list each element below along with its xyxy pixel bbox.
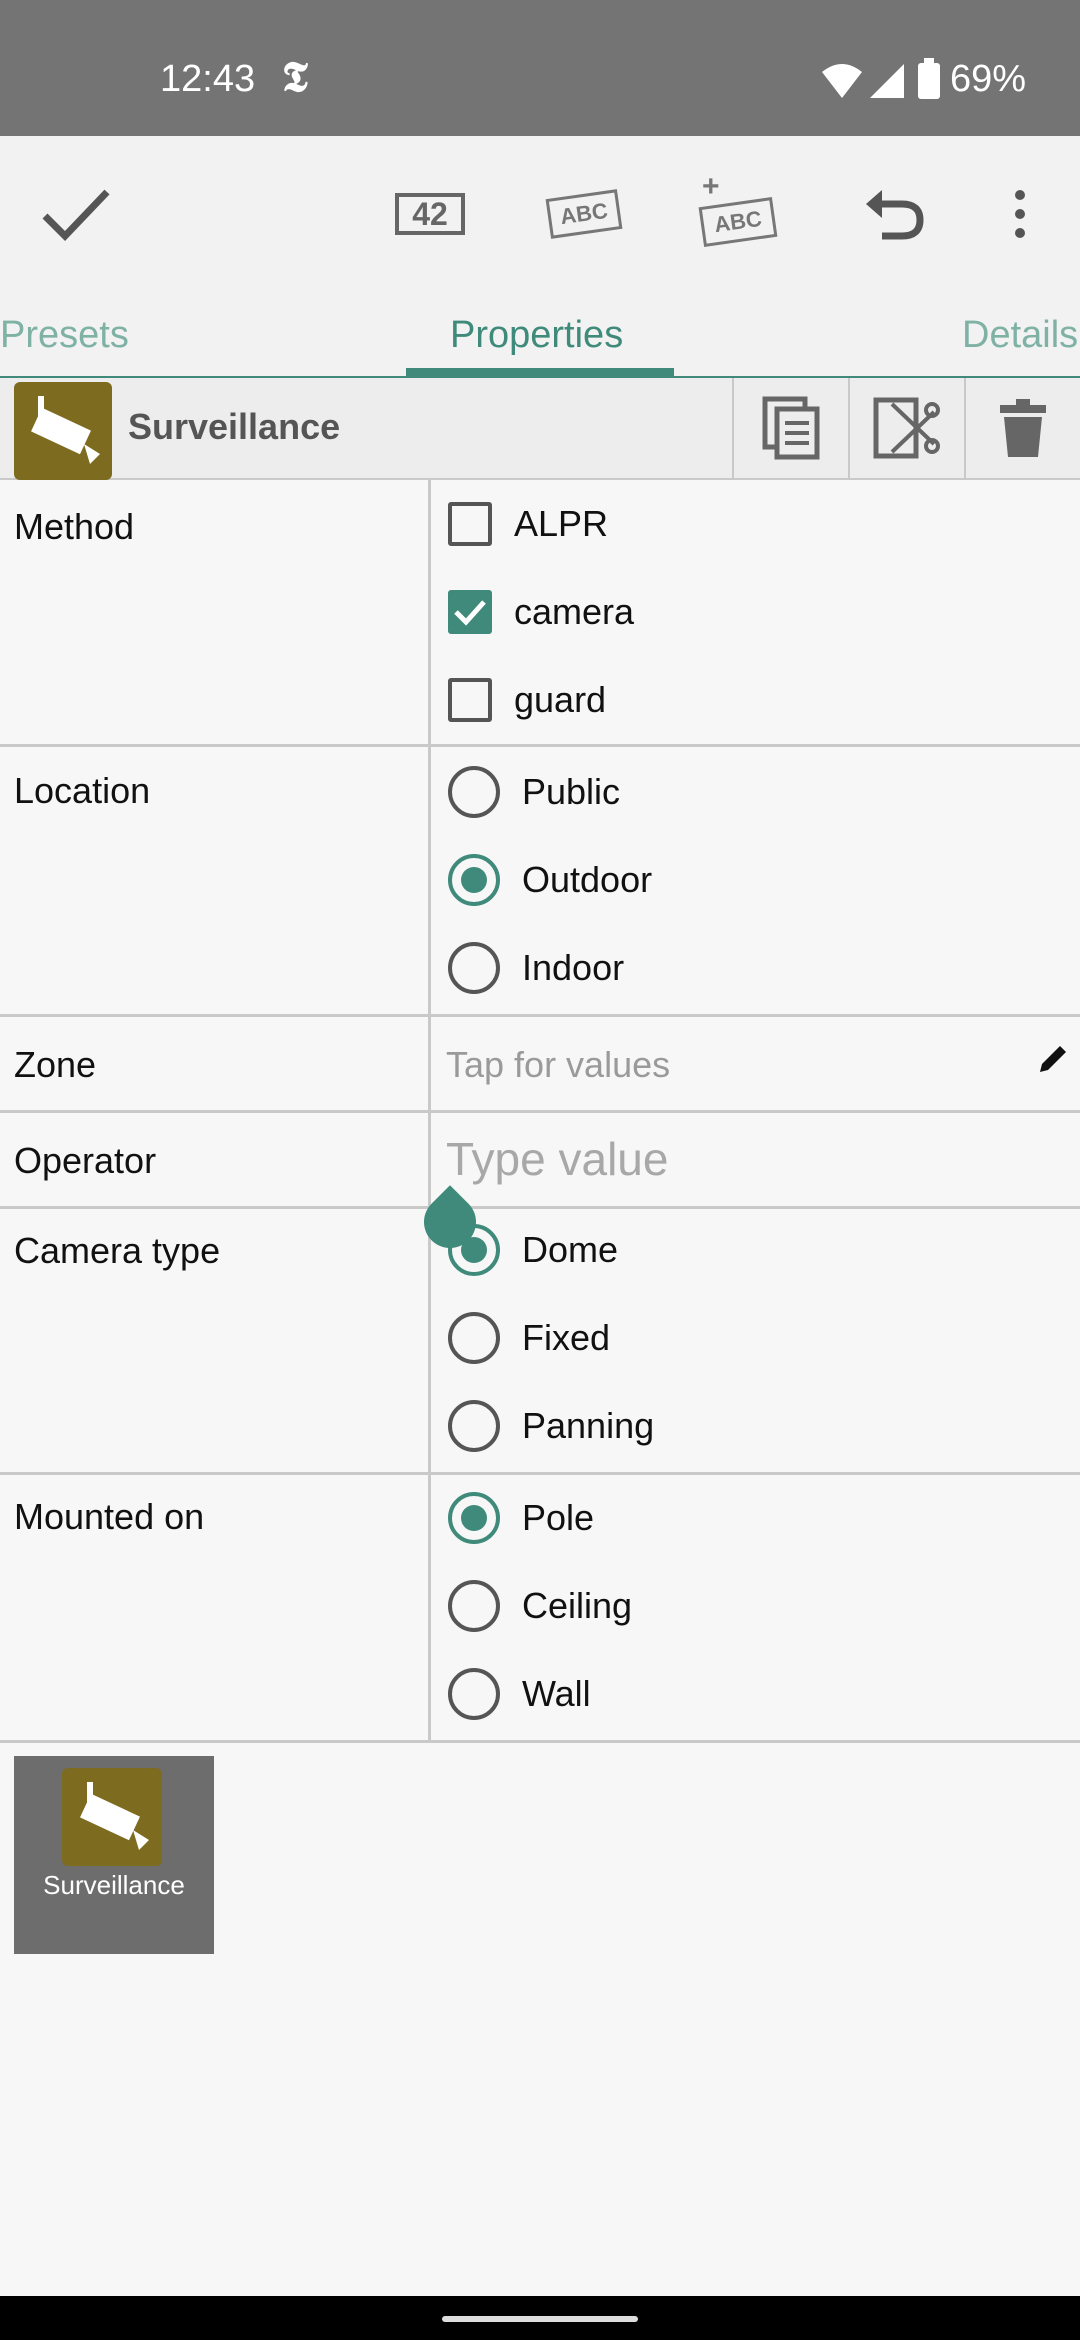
radio-public[interactable]: Public bbox=[448, 762, 620, 822]
option-label: Indoor bbox=[522, 947, 625, 988]
radio-outdoor[interactable]: Outdoor bbox=[448, 850, 652, 910]
more-vert-icon bbox=[1015, 190, 1025, 238]
radio-ceiling[interactable]: Ceiling bbox=[448, 1576, 632, 1636]
field-label-zone: Zone bbox=[14, 1044, 97, 1085]
wifi-icon bbox=[822, 64, 862, 98]
radio-circle bbox=[448, 1312, 500, 1364]
more-menu-button[interactable] bbox=[1000, 176, 1040, 252]
column-divider bbox=[428, 1206, 431, 1472]
copy-button[interactable] bbox=[732, 378, 848, 478]
field-label-mounted-on: Mounted on bbox=[14, 1496, 205, 1537]
option-label: Outdoor bbox=[522, 859, 653, 900]
checkmark-icon bbox=[454, 600, 486, 626]
field-label-operator: Operator bbox=[14, 1140, 157, 1181]
checkbox-box bbox=[448, 678, 492, 722]
checkbox-box-checked bbox=[448, 590, 492, 634]
radio-circle bbox=[448, 766, 500, 818]
option-label: Wall bbox=[522, 1673, 591, 1714]
column-divider bbox=[428, 744, 431, 1014]
operator-input[interactable]: Type value bbox=[446, 1132, 668, 1186]
check-icon bbox=[42, 189, 110, 242]
zone-value-picker[interactable]: Tap for values bbox=[446, 1044, 670, 1086]
column-divider bbox=[428, 1110, 431, 1206]
column-divider bbox=[428, 1014, 431, 1110]
edit-pencil-icon[interactable] bbox=[1036, 1042, 1070, 1076]
field-method: Method ALPR camera guard bbox=[0, 480, 1080, 747]
field-zone: Zone Tap for values bbox=[0, 1014, 1080, 1113]
cut-button[interactable] bbox=[848, 378, 964, 478]
field-label-camera-type: Camera type bbox=[14, 1230, 221, 1271]
option-label: Dome bbox=[522, 1229, 619, 1270]
radio-circle-selected bbox=[448, 854, 500, 906]
checkbox-camera[interactable]: camera bbox=[448, 582, 634, 642]
radio-fixed[interactable]: Fixed bbox=[448, 1308, 610, 1368]
status-bar: 12:43 𝕿 69% bbox=[0, 0, 1080, 136]
radio-wall[interactable]: Wall bbox=[448, 1664, 591, 1724]
preset-title: Surveillance bbox=[128, 406, 341, 447]
tag-number-button[interactable]: 42 bbox=[392, 176, 468, 252]
radio-circle-selected bbox=[448, 1492, 500, 1544]
active-tab-indicator bbox=[406, 368, 674, 376]
field-operator: Operator Type value bbox=[0, 1110, 1080, 1209]
plus-icon: + bbox=[702, 170, 720, 203]
scissors-icon bbox=[873, 397, 940, 459]
field-location: Location Public Outdoor Indoor bbox=[0, 744, 1080, 1017]
add-tag-button[interactable]: + ABC bbox=[696, 170, 780, 252]
option-label: Public bbox=[522, 771, 621, 812]
confirm-button[interactable] bbox=[36, 176, 116, 252]
option-label: ALPR bbox=[514, 503, 609, 544]
option-label: guard bbox=[514, 679, 607, 720]
number-badge-icon: 42 bbox=[395, 193, 465, 235]
checkbox-alpr[interactable]: ALPR bbox=[448, 494, 608, 554]
tab-presets[interactable]: Presets bbox=[0, 314, 129, 357]
radio-indoor[interactable]: Indoor bbox=[448, 938, 624, 998]
tab-properties[interactable]: Properties bbox=[450, 314, 623, 357]
preset-header: Surveillance bbox=[0, 378, 1080, 480]
nyt-notification-icon: 𝕿 bbox=[282, 52, 308, 101]
abc-badge-icon: ABC bbox=[545, 189, 623, 239]
toolbar: 42 ABC + ABC bbox=[0, 136, 1080, 292]
field-label-method: Method bbox=[14, 506, 135, 547]
radio-circle bbox=[448, 1580, 500, 1632]
radio-circle bbox=[448, 1400, 500, 1452]
checkbox-guard[interactable]: guard bbox=[448, 670, 606, 730]
status-time: 12:43 bbox=[160, 58, 256, 100]
preset-tile-label: Surveillance bbox=[43, 1870, 185, 1900]
field-label-location: Location bbox=[14, 770, 151, 811]
add-abc-badge-icon: ABC bbox=[698, 197, 778, 247]
tab-bar: Presets Properties Details bbox=[0, 292, 1080, 379]
tag-abc-button[interactable]: ABC bbox=[544, 176, 624, 252]
option-label: Panning bbox=[522, 1405, 655, 1446]
trash-icon bbox=[1000, 399, 1046, 457]
preset-tile-surveillance[interactable]: Surveillance bbox=[14, 1756, 214, 1954]
radio-circle bbox=[448, 942, 500, 994]
tab-details[interactable]: Details bbox=[962, 314, 1078, 357]
battery-percent: 69% bbox=[950, 58, 1027, 100]
surveillance-camera-icon bbox=[14, 382, 112, 480]
radio-pole[interactable]: Pole bbox=[448, 1488, 594, 1548]
surveillance-camera-icon bbox=[62, 1768, 162, 1866]
home-gesture-pill[interactable] bbox=[442, 2316, 638, 2322]
option-label: Ceiling bbox=[522, 1585, 633, 1626]
checkbox-box bbox=[448, 502, 492, 546]
option-label: camera bbox=[514, 591, 635, 632]
field-mounted-on: Mounted on Pole Ceiling Wall bbox=[0, 1472, 1080, 1743]
option-label: Fixed bbox=[522, 1317, 611, 1358]
column-divider bbox=[428, 1472, 431, 1740]
copy-icon bbox=[762, 396, 820, 460]
system-nav-bar bbox=[0, 2296, 1080, 2340]
delete-button[interactable] bbox=[964, 378, 1080, 478]
option-label: Pole bbox=[522, 1497, 595, 1538]
field-camera-type: Camera type Dome Fixed Panning bbox=[0, 1206, 1080, 1475]
signal-icon bbox=[870, 64, 904, 98]
column-divider bbox=[428, 480, 431, 744]
undo-icon bbox=[866, 190, 924, 240]
radio-panning[interactable]: Panning bbox=[448, 1396, 654, 1456]
battery-icon bbox=[918, 58, 940, 99]
radio-circle bbox=[448, 1668, 500, 1720]
undo-button[interactable] bbox=[856, 176, 932, 252]
